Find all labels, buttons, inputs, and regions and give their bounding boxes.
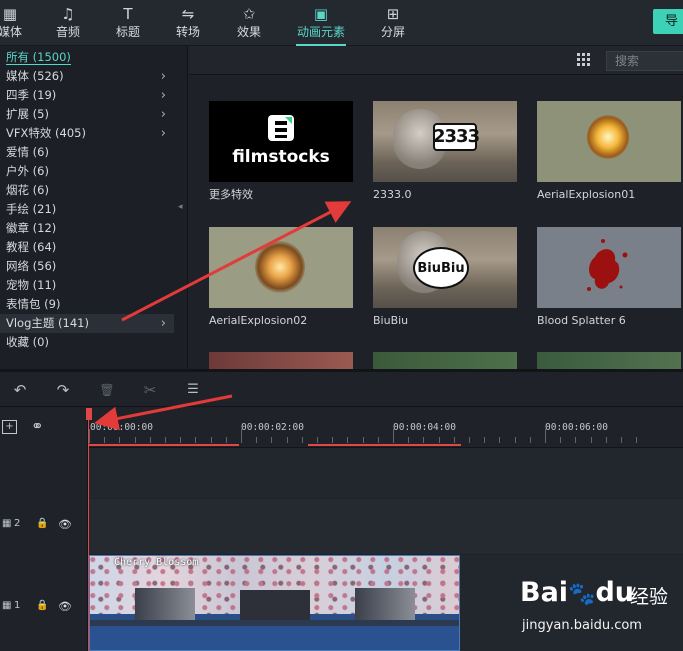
annotation-arrow (121, 201, 352, 322)
baidu-watermark: Bai🐾du 经验 jingyan.baidu.com (520, 577, 680, 637)
watermark-suffix: 经验 (630, 586, 669, 608)
video-editor-window: ▦ 媒体 ♫ 音频 T 标题 ⇋ 转场 ✩ 效果 ▣ 动画元素 ⊞ 分屏 导 所… (0, 0, 683, 651)
paw-logo-icon: 🐾 (568, 582, 596, 607)
annotation-arrows (94, 201, 352, 431)
annotation-arrow (94, 394, 233, 431)
watermark-brand: Bai🐾du (520, 577, 635, 608)
watermark-url: jingyan.baidu.com (522, 618, 642, 633)
